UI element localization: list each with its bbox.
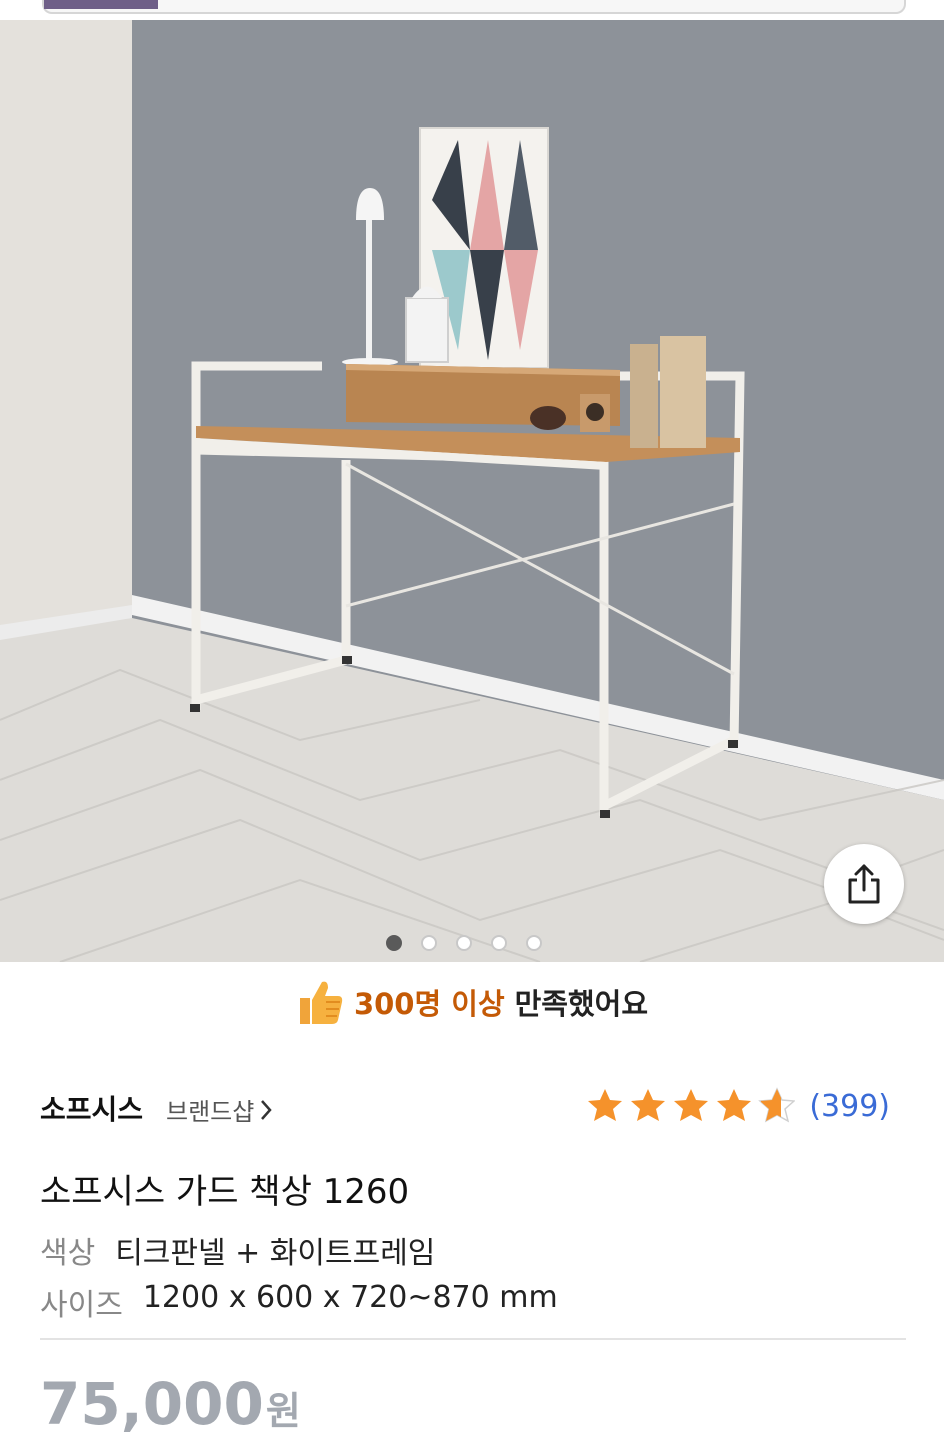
product-image[interactable] <box>0 20 944 962</box>
satisfaction-text: 만족했어요 <box>514 987 649 1021</box>
brand-row: 소프시스 브랜드샵 (399) <box>40 1082 904 1132</box>
price-value: 75,000 <box>40 1370 264 1438</box>
top-thumbnail[interactable] <box>44 0 158 9</box>
review-count[interactable]: (399) <box>809 1089 890 1124</box>
carousel-dot[interactable] <box>491 935 507 951</box>
spec-size: 사이즈 1200 x 600 x 720~870 mm <box>40 1280 558 1324</box>
rating-stars <box>588 1088 796 1122</box>
top-bar <box>42 0 906 14</box>
brand-shop-label: 브랜드샵 <box>166 1098 255 1126</box>
star-icon <box>631 1089 666 1121</box>
carousel-dot[interactable] <box>421 935 437 951</box>
chevron-right-icon <box>261 1099 273 1120</box>
rating[interactable]: (399) <box>585 1086 890 1126</box>
satisfaction-count: 300명 이상 <box>353 987 505 1021</box>
spec-color: 색상 티크판넬 + 화이트프레임 <box>40 1228 435 1272</box>
carousel-dot[interactable] <box>456 935 472 951</box>
spec-size-value: 1200 x 600 x 720~870 mm <box>142 1280 558 1315</box>
spec-color-label: 색상 <box>40 1236 96 1271</box>
share-button[interactable] <box>824 844 904 924</box>
satisfaction-banner: 300명 이상 만족했어요 <box>0 972 944 1032</box>
price: 75,000 원 <box>40 1370 301 1438</box>
star-icon <box>717 1089 752 1121</box>
carousel-dot[interactable] <box>526 935 542 951</box>
carousel-dot[interactable] <box>386 935 402 951</box>
brand-shop-link[interactable]: 브랜드샵 <box>166 1092 274 1127</box>
brand-name[interactable]: 소프시스 <box>40 1088 143 1128</box>
spec-color-value: 티크판넬 + 화이트프레임 <box>115 1236 436 1271</box>
price-currency: 원 <box>265 1389 301 1433</box>
star-icon <box>674 1089 709 1121</box>
thumbs-up-icon <box>299 981 343 1024</box>
spec-size-label: 사이즈 <box>40 1288 123 1323</box>
star-icon <box>588 1089 623 1121</box>
product-title: 소프시스 가드 책상 1260 <box>40 1172 410 1212</box>
desk-photo <box>0 20 944 962</box>
divider <box>40 1338 906 1340</box>
share-icon <box>848 864 880 904</box>
top-strip <box>0 0 944 20</box>
carousel-indicator <box>386 935 542 951</box>
